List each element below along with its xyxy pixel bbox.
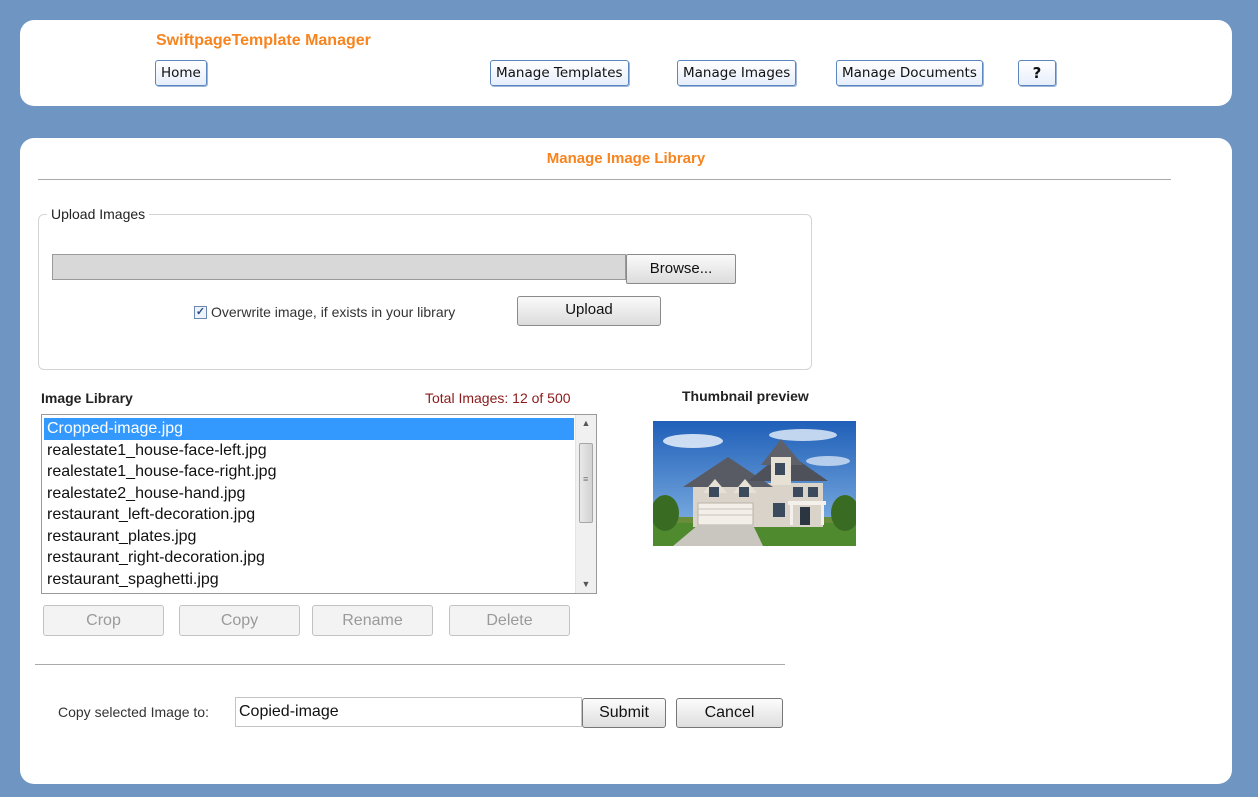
list-item[interactable]: realestate1_house-face-right.jpg bbox=[44, 461, 574, 483]
grip-icon: ≡ bbox=[583, 474, 589, 484]
help-button[interactable]: ? bbox=[1018, 60, 1056, 86]
submit-button[interactable]: Submit bbox=[582, 698, 666, 728]
crop-button[interactable]: Crop bbox=[43, 605, 164, 636]
delete-button[interactable]: Delete bbox=[449, 605, 570, 636]
form-divider bbox=[35, 664, 785, 665]
list-item[interactable]: restaurant_right-decoration.jpg bbox=[44, 547, 574, 569]
image-library-label: Image Library bbox=[41, 390, 133, 406]
overwrite-option: ✓ Overwrite image, if exists in your lib… bbox=[194, 304, 455, 320]
list-scrollbar[interactable]: ▲ ≡ ▼ bbox=[575, 415, 596, 593]
overwrite-label: Overwrite image, if exists in your libra… bbox=[211, 304, 456, 320]
manage-images-button[interactable]: Manage Images bbox=[677, 60, 797, 86]
file-path-input[interactable] bbox=[52, 254, 626, 280]
total-images-count: Total Images: 12 of 500 bbox=[425, 390, 571, 406]
cancel-button[interactable]: Cancel bbox=[676, 698, 783, 728]
manage-documents-button[interactable]: Manage Documents bbox=[836, 60, 983, 86]
list-item[interactable]: realestate1_house-face-left.jpg bbox=[44, 440, 574, 462]
main-panel: Manage Image Library Upload Images Brows… bbox=[20, 138, 1232, 784]
list-item[interactable]: restaurant_spaghetti.jpg bbox=[44, 569, 574, 591]
copy-to-label: Copy selected Image to: bbox=[58, 704, 209, 720]
list-item[interactable]: realestate2_house-hand.jpg bbox=[44, 483, 574, 505]
copy-button[interactable]: Copy bbox=[179, 605, 300, 636]
upload-images-legend: Upload Images bbox=[51, 206, 146, 222]
list-item[interactable]: restaurant_plates.jpg bbox=[44, 526, 574, 548]
upload-images-group: Upload Images Browse... ✓ Overwrite imag… bbox=[38, 206, 812, 370]
home-button[interactable]: Home bbox=[155, 60, 207, 86]
scroll-thumb[interactable]: ≡ bbox=[579, 443, 593, 523]
manage-templates-button[interactable]: Manage Templates bbox=[490, 60, 629, 86]
scroll-down-arrow-icon[interactable]: ▼ bbox=[576, 576, 596, 593]
house-thumbnail-image bbox=[653, 421, 856, 546]
list-item[interactable]: Cropped-image.jpg bbox=[44, 418, 574, 440]
page-title: Manage Image Library bbox=[546, 150, 706, 167]
list-item[interactable]: restaurant_left-decoration.jpg bbox=[44, 504, 574, 526]
browse-button[interactable]: Browse... bbox=[626, 254, 736, 284]
copy-destination-input[interactable] bbox=[235, 697, 582, 727]
scroll-up-arrow-icon[interactable]: ▲ bbox=[576, 415, 596, 432]
image-list-items: Cropped-image.jpg realestate1_house-face-… bbox=[44, 418, 574, 590]
header-panel: SwiftpageTemplate Manager Home Manage Te… bbox=[20, 20, 1232, 106]
thumbnail-preview-label: Thumbnail preview bbox=[682, 388, 809, 404]
rename-button[interactable]: Rename bbox=[312, 605, 433, 636]
upload-button[interactable]: Upload bbox=[517, 296, 661, 326]
image-library-list[interactable]: Cropped-image.jpg realestate1_house-face-… bbox=[41, 414, 597, 594]
app-title: SwiftpageTemplate Manager bbox=[156, 32, 371, 49]
overwrite-checkbox[interactable]: ✓ bbox=[194, 305, 207, 319]
title-divider bbox=[38, 179, 1171, 180]
